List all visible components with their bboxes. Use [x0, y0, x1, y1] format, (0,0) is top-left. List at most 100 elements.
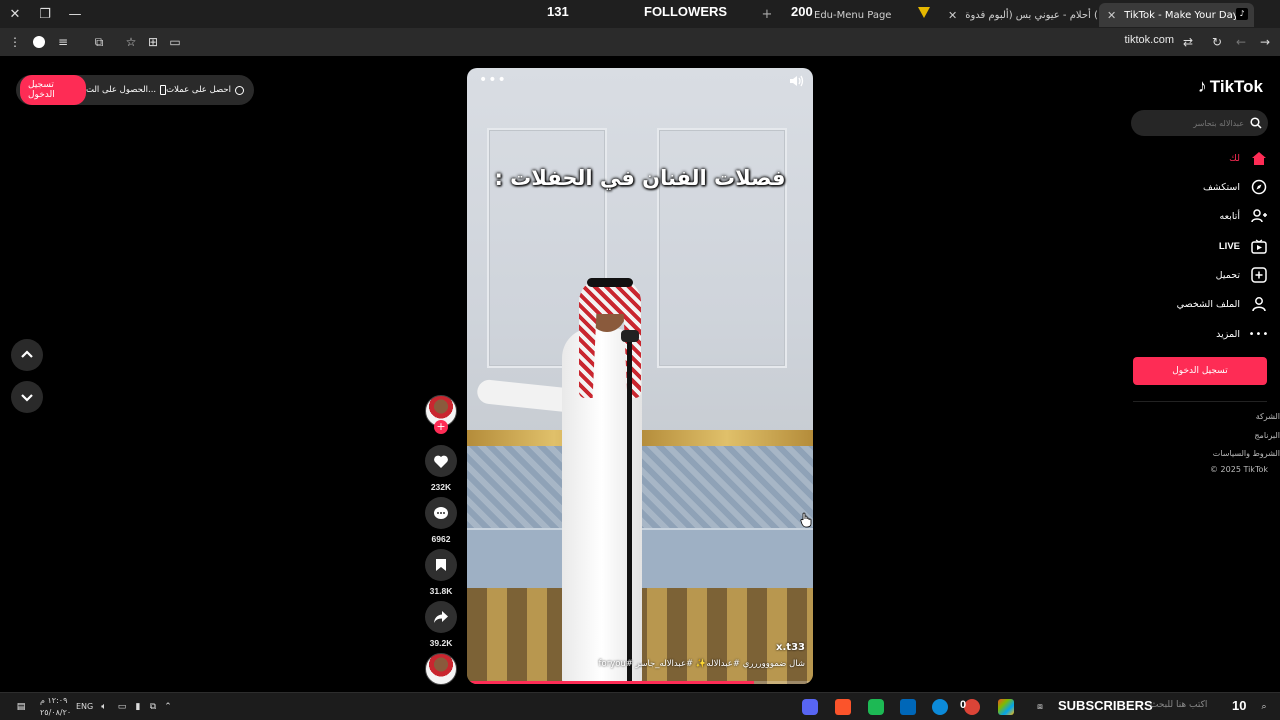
sidebar-item-more[interactable]: ••• المزيد	[1216, 324, 1268, 344]
chevron-up-icon	[21, 350, 33, 358]
chevron-down-icon	[21, 394, 33, 402]
site-settings-icon[interactable]: ⇄	[1177, 32, 1199, 52]
get-app-link[interactable]: الحصول على الت...	[86, 85, 167, 95]
save-count: 31.8K	[429, 586, 453, 596]
share-icon[interactable]	[425, 601, 457, 633]
footer-terms-link[interactable]: الشروط والسياسات	[1213, 449, 1280, 458]
tiktok-logo[interactable]: ♪ TikTok	[1198, 76, 1263, 97]
sidebar-item-profile[interactable]: الملف الشخصي	[1177, 294, 1268, 314]
menu-dots-icon[interactable]: ⋮	[4, 32, 26, 52]
video-author-handle[interactable]: x.t33	[776, 642, 805, 653]
follow-plus-icon[interactable]: +	[434, 420, 448, 434]
sidebar-item-live[interactable]: LIVE	[1219, 236, 1268, 256]
save-action[interactable]: 31.8K	[423, 549, 459, 596]
tiktok-note-icon: ♪	[1197, 76, 1207, 96]
tab-title: (1) أحلام - عيوني بس (ألبوم فدوة	[965, 9, 1098, 21]
more-options-icon[interactable]: •••	[479, 72, 507, 88]
minimize-window-icon[interactable]: —	[60, 0, 90, 28]
sidebar-item-label: تحميل	[1215, 269, 1240, 281]
followers-count: 131	[547, 4, 569, 19]
sidebar-divider	[1133, 401, 1267, 402]
sidebar-item-for-you[interactable]: لك	[1229, 148, 1268, 168]
search-icon[interactable]: ⌕	[1256, 699, 1272, 715]
more-dots-icon: •••	[1248, 328, 1270, 340]
sidebar-item-following[interactable]: أتابعه	[1220, 206, 1269, 226]
sidebar-item-label: LIVE	[1218, 240, 1240, 252]
close-tab-icon[interactable]: ✕	[948, 9, 957, 22]
onedrive-icon[interactable]: ⧉	[145, 699, 161, 715]
microphone-stand	[627, 338, 632, 684]
video-caption: فصلات الفنان في الحفلات :	[494, 166, 786, 190]
home-icon	[1250, 149, 1268, 167]
clock-date[interactable]: ٢٥/٠٨/٢٠	[40, 708, 71, 717]
profile-icon[interactable]	[28, 32, 50, 52]
get-coins-link[interactable]: احصل على عملات	[166, 85, 244, 95]
chrome-icon[interactable]: 0	[960, 699, 980, 715]
cast-icon[interactable]: ▭	[164, 32, 186, 52]
tab-tiktok[interactable]: ✕ TikTok - Make Your Day	[1099, 3, 1254, 27]
copilot-icon[interactable]	[998, 699, 1014, 715]
notifications-icon[interactable]: ▤	[13, 699, 29, 715]
tab-edu-menu[interactable]: Edu-Menu Page	[806, 3, 916, 27]
restore-window-icon[interactable]: ❐	[30, 0, 60, 28]
video-player[interactable]: فصلات الفنان في الحفلات : ••• x.t33 شال …	[467, 68, 813, 684]
install-app-icon[interactable]: ⊞	[142, 32, 164, 52]
address-bar: ⋮ ≡ ⧉ ☆ ⊞ ▭ tiktok.com ⇄ ↻ ← →	[0, 28, 1280, 56]
back-icon[interactable]: →	[1254, 32, 1276, 52]
author-avatar-block[interactable]: +	[423, 395, 459, 434]
footer-program-link[interactable]: البرنامج	[1254, 431, 1280, 440]
extensions-icon[interactable]: ⧉	[88, 32, 110, 52]
comment-action[interactable]: 6962	[423, 497, 459, 544]
close-window-icon[interactable]: ✕	[0, 0, 30, 28]
comment-icon[interactable]	[425, 497, 457, 529]
search-input[interactable]	[1144, 118, 1244, 128]
microphone-icon[interactable]: ▮	[130, 699, 146, 715]
next-video-button[interactable]	[11, 381, 43, 413]
url-text[interactable]: tiktok.com	[1124, 34, 1174, 46]
sidebar-login-button[interactable]: تسجيل الدخول	[1133, 357, 1267, 385]
warning-icon	[918, 7, 930, 18]
footer-copyright: © 2025 TikTok	[1210, 465, 1268, 474]
show-hidden-icons-chevron-icon[interactable]: ⌃	[160, 699, 176, 715]
sidebar-item-upload[interactable]: تحميل	[1216, 265, 1268, 285]
video-progress-bar[interactable]	[467, 681, 813, 684]
sidebar-item-explore[interactable]: استكشف	[1203, 177, 1268, 197]
wall-panel	[657, 128, 787, 368]
tiktok-wordmark: TikTok	[1209, 76, 1263, 96]
edge-icon[interactable]	[932, 699, 948, 715]
clock-time[interactable]: ١٢:٠٩ م	[40, 696, 67, 705]
volume-icon[interactable]	[789, 74, 805, 92]
close-tab-icon[interactable]: ✕	[1107, 9, 1116, 22]
previous-video-button[interactable]	[11, 339, 43, 371]
footer-company-link[interactable]: الشركة	[1256, 412, 1280, 421]
heart-icon[interactable]	[425, 445, 457, 477]
search-icon[interactable]	[1250, 117, 1262, 129]
discord-icon[interactable]	[802, 699, 818, 715]
music-disc[interactable]	[423, 653, 459, 685]
reload-icon[interactable]: ↻	[1206, 32, 1228, 52]
search-bar[interactable]	[1131, 110, 1268, 136]
promo-login-button[interactable]: تسجيل الدخول	[20, 75, 86, 105]
forward-icon[interactable]: ←	[1230, 32, 1252, 52]
share-action[interactable]: 39.2K	[423, 601, 459, 648]
like-action[interactable]: 232K	[423, 445, 459, 492]
share-count: 39.2K	[429, 638, 453, 648]
brave-icon[interactable]	[835, 699, 851, 715]
task-view-icon[interactable]: ⧈	[1032, 699, 1048, 715]
new-tab-icon[interactable]: +	[752, 0, 782, 28]
tiktok-favicon-icon: ♪	[1236, 8, 1248, 20]
person-agal	[587, 278, 633, 287]
reading-list-icon[interactable]: ≡	[52, 32, 74, 52]
store-icon[interactable]	[900, 699, 916, 715]
bookmark-icon[interactable]	[425, 549, 457, 581]
coin-icon	[235, 85, 244, 95]
tab-youtube[interactable]: ✕ (1) أحلام - عيوني بس (ألبوم فدوة	[940, 3, 1098, 27]
network-icon[interactable]: ▭	[114, 699, 130, 715]
app-green-icon[interactable]	[868, 699, 884, 715]
hand-cursor-icon	[800, 512, 812, 532]
speaker-icon[interactable]: 🔈︎	[96, 699, 112, 715]
language-indicator[interactable]: ENG	[76, 702, 93, 711]
bookmark-star-icon[interactable]: ☆	[120, 32, 142, 52]
taskbar-search[interactable]: اكتب هنا للبحث	[1150, 700, 1207, 710]
music-disc-avatar[interactable]	[425, 653, 457, 685]
